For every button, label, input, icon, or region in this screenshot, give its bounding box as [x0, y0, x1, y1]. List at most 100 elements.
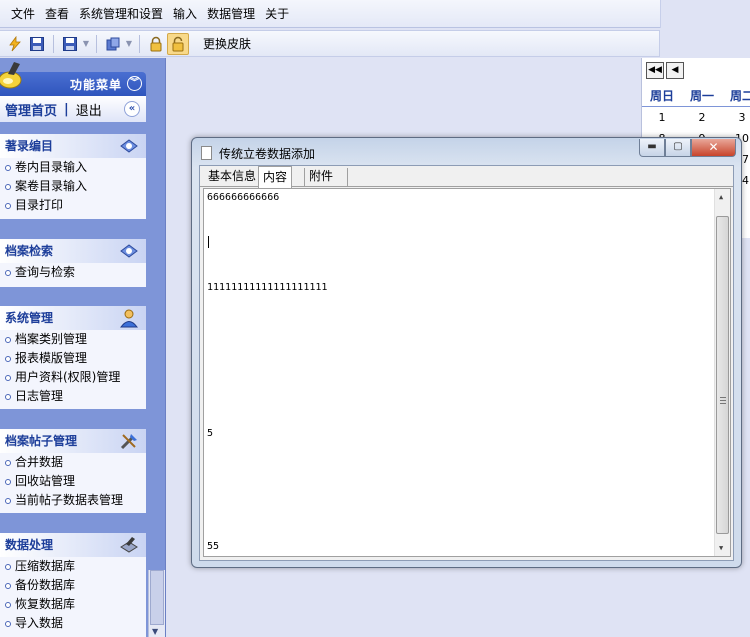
- menu-group-header[interactable]: 系统管理: [0, 306, 146, 330]
- content-line: 5: [207, 428, 214, 439]
- menu-item-user-permissions[interactable]: 用户资料(权限)管理: [0, 368, 146, 387]
- menu-item-label: 当前帖子数据表管理: [15, 493, 124, 507]
- save-as-dropdown-icon[interactable]: ▼: [81, 39, 91, 48]
- tab-basic-info[interactable]: 基本信息: [204, 168, 260, 187]
- user-icon: [118, 308, 140, 328]
- menu-group-post-management: 档案帖子管理 合并数据 回收站管理 当前帖子数据表管理: [0, 429, 146, 513]
- scroll-down-arrow-icon[interactable]: ▼: [152, 627, 158, 636]
- function-menu-header: 功能菜单 ︾: [0, 62, 146, 96]
- bullet-icon: [5, 164, 11, 171]
- save-icon[interactable]: [26, 33, 48, 55]
- menu-item-label: 目录打印: [15, 198, 64, 212]
- menu-item-restore-db[interactable]: 恢复数据库: [0, 595, 146, 614]
- menu-item-label: 档案类别管理: [15, 332, 88, 346]
- document-icon: [201, 146, 212, 160]
- content-scrollbar[interactable]: ▲ ▼: [714, 189, 730, 556]
- menu-group-header[interactable]: 著录编目: [0, 134, 146, 158]
- content-line: 11111111111111111111: [207, 282, 328, 293]
- close-button[interactable]: ✕: [691, 139, 736, 157]
- lightning-icon[interactable]: [4, 33, 26, 55]
- menu-item-backup-db[interactable]: 备份数据库: [0, 576, 146, 595]
- dialog-titlebar[interactable]: 传统立卷数据添加 ▬ ▢ ✕: [192, 138, 741, 166]
- weekday-monday: 周一: [689, 89, 714, 103]
- bullet-icon: [5, 563, 11, 570]
- menu-item-label: 用户资料(权限)管理: [15, 370, 121, 384]
- menu-item-current-post-table[interactable]: 当前帖子数据表管理: [0, 491, 146, 510]
- menu-item-import-data[interactable]: 导入数据: [0, 614, 146, 633]
- menu-group-title: 著录编目: [5, 139, 54, 153]
- tab-attachment[interactable]: 附件: [304, 168, 349, 187]
- app-logo-icon: [0, 60, 26, 90]
- scroll-up-arrow-icon[interactable]: ▲: [719, 193, 723, 201]
- bullet-icon: [5, 459, 11, 466]
- logout-link[interactable]: 退出: [76, 100, 102, 119]
- import-dropdown-icon[interactable]: ▼: [124, 39, 134, 48]
- unlock-icon[interactable]: [167, 32, 189, 55]
- dialog-title: 传统立卷数据添加: [219, 147, 316, 161]
- menu-group-header[interactable]: 档案检索: [0, 239, 146, 263]
- menu-item-label: 日志管理: [15, 389, 64, 403]
- menu-group-title: 数据处理: [5, 538, 54, 552]
- change-skin-button[interactable]: 更换皮肤: [203, 35, 251, 52]
- menu-item-compress-db[interactable]: 压缩数据库: [0, 557, 146, 576]
- menu-item-label: 导入数据: [15, 616, 64, 630]
- import-icon[interactable]: [102, 33, 124, 55]
- sidebar-scrollbar-thumb[interactable]: [150, 570, 164, 625]
- scroll-down-arrow-icon[interactable]: ▼: [719, 544, 723, 552]
- menu-item-file-catalog-input[interactable]: 案卷目录输入: [0, 177, 146, 196]
- menu-group-header[interactable]: 档案帖子管理: [0, 429, 146, 453]
- toolbar-separator: [139, 34, 140, 53]
- collapse-chevron-icon[interactable]: ︾: [127, 76, 142, 91]
- tools-icon: [118, 431, 140, 451]
- prev-month-icon[interactable]: ◀: [666, 62, 684, 79]
- calendar-day[interactable]: 1: [642, 111, 682, 124]
- bullet-icon: [5, 601, 11, 608]
- menu-item-label: 备份数据库: [15, 578, 76, 592]
- menu-about[interactable]: 关于: [260, 0, 294, 28]
- toolbar: ▼ ▼ 更换皮肤: [0, 30, 660, 57]
- tab-content[interactable]: 内容: [258, 166, 293, 188]
- bullet-icon: [5, 582, 11, 589]
- content-line: 55: [207, 541, 220, 552]
- bullet-icon: [5, 269, 11, 276]
- menu-item-query-search[interactable]: 查询与检索: [0, 263, 146, 282]
- menu-item-report-template[interactable]: 报表模版管理: [0, 349, 146, 368]
- function-menu-title: 功能菜单: [69, 78, 122, 92]
- menu-item-label: 案卷目录输入: [15, 179, 88, 193]
- dialog-body: 基本信息 内容 附件 666666666666 1111111111111111…: [199, 165, 734, 561]
- content-scrollbar-thumb[interactable]: [716, 216, 729, 534]
- tab-strip: 基本信息 内容 附件: [200, 166, 733, 188]
- menu-file[interactable]: 文件: [6, 0, 40, 28]
- content-textarea[interactable]: 666666666666 11111111111111111111 5 55 ▲…: [203, 188, 731, 557]
- menu-input[interactable]: 输入: [168, 0, 202, 28]
- weekday-sunday: 周日: [649, 89, 674, 103]
- menu-group-archive-search: 档案检索 查询与检索: [0, 239, 146, 287]
- menu-group-header[interactable]: 数据处理: [0, 533, 146, 557]
- calendar-day[interactable]: 3: [722, 111, 750, 124]
- menu-item-recycle-bin[interactable]: 回收站管理: [0, 472, 146, 491]
- minimize-button[interactable]: ▬: [639, 139, 665, 157]
- menu-system-settings[interactable]: 系统管理和设置: [74, 0, 168, 28]
- bullet-icon: [5, 478, 11, 485]
- save-as-icon[interactable]: [59, 33, 81, 55]
- menu-item-log-management[interactable]: 日志管理: [0, 387, 146, 406]
- menu-bar: 文件 查看 系统管理和设置 输入 数据管理 关于: [0, 0, 750, 28]
- toolbar-separator: [96, 34, 97, 53]
- menu-item-label: 报表模版管理: [15, 351, 88, 365]
- function-menu-panel: 功能菜单 ︾ 管理首页 | 退出 « 著录编目 卷内目录输入 案卷目录输入 目录…: [0, 58, 166, 637]
- text-caret: [208, 236, 209, 248]
- lock-icon[interactable]: [145, 33, 167, 55]
- menu-item-archive-category[interactable]: 档案类别管理: [0, 330, 146, 349]
- maximize-button[interactable]: ▢: [665, 139, 691, 157]
- menu-item-label: 查询与检索: [15, 265, 76, 279]
- calendar-day[interactable]: 2: [682, 111, 722, 124]
- sidebar-scrollbar[interactable]: ▼: [148, 570, 165, 637]
- home-link[interactable]: 管理首页: [5, 100, 57, 119]
- menu-data-management[interactable]: 数据管理: [202, 0, 260, 28]
- menu-item-volume-catalog-input[interactable]: 卷内目录输入: [0, 158, 146, 177]
- menu-view[interactable]: 查看: [40, 0, 74, 28]
- double-left-chevron-icon[interactable]: «: [124, 101, 140, 117]
- menu-item-catalog-print[interactable]: 目录打印: [0, 196, 146, 215]
- menu-item-merge-data[interactable]: 合并数据: [0, 453, 146, 472]
- prev-year-icon[interactable]: ◀◀: [646, 62, 664, 79]
